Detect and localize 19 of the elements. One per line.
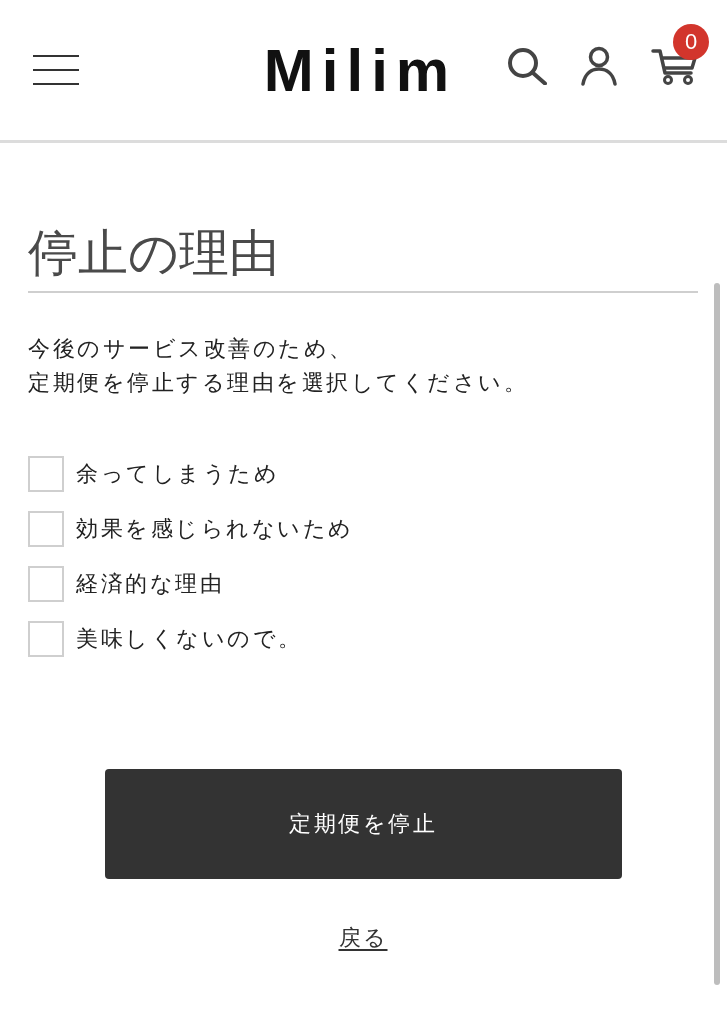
menu-icon[interactable] [33,55,79,85]
checkbox-label[interactable]: 余ってしまうため [76,456,279,492]
stop-subscription-button[interactable]: 定期便を停止 [104,769,622,879]
checkbox-label[interactable]: 美味しくないので。 [76,621,303,657]
scrollbar[interactable] [714,283,720,985]
checkbox[interactable] [28,621,64,657]
checkbox[interactable] [28,511,64,547]
logo[interactable]: Milim [263,41,458,101]
page-title: 停止の理由 [28,223,698,293]
search-icon[interactable] [507,47,547,85]
user-icon[interactable] [581,46,617,86]
back-link[interactable]: 戻る [338,925,388,950]
instruction-text: 今後のサービス改善のため、 [28,335,354,363]
cart-count-badge: 0 [673,24,709,60]
checkbox-label[interactable]: 経済的な理由 [76,566,224,602]
instruction-text: 定期便を停止する理由を選択してください。 [28,369,528,397]
checkbox[interactable] [28,456,64,492]
checkbox-label[interactable]: 効果を感じられないため [76,511,354,547]
checkbox[interactable] [28,566,64,602]
